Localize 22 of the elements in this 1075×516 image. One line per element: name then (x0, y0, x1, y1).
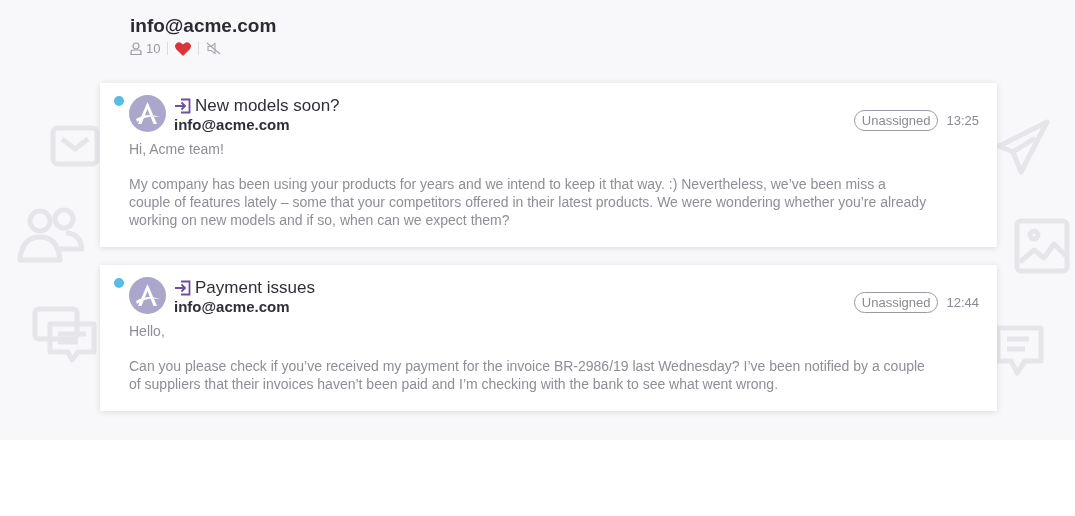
enter-icon (174, 97, 191, 114)
paper-plane-icon (995, 118, 1051, 176)
avatar-icon (129, 277, 166, 314)
avatar-icon (129, 95, 166, 132)
inbox-title: info@acme.com (130, 15, 278, 37)
message-greeting: Hi, Acme team! (129, 140, 225, 158)
comment-icon (995, 325, 1045, 377)
message-time: 13:25 (946, 111, 979, 130)
message-time: 12:44 (946, 293, 979, 312)
sender-email: info@acme.com (174, 298, 291, 316)
message-body: My company has been using your products for years and we intend to keep it that way. :) Nevertheless, we’ve been miss a couple of features lately – some that your competitors offered in their latest products. We were wondering whether you’re already working on new models and if so, when can we expect them? (129, 175, 928, 229)
enter-icon (174, 279, 191, 296)
message-subject: New models soon? (195, 95, 340, 116)
heart-icon[interactable] (175, 41, 192, 56)
mute-icon[interactable] (206, 42, 222, 56)
message-body: Can you please check if you’ve received my payment for the invoice BR-2986/19 last Wednesday? I’ve been notified by a couple of suppliers that their invoices haven’t been paid and I’m checking with the bank to see what went wrong. (129, 357, 926, 393)
message-subject: Payment issues (195, 277, 315, 298)
envelope-icon (50, 125, 100, 167)
follower-count: 10 (146, 40, 161, 58)
message-greeting: Hello, (129, 322, 166, 340)
person-icon (130, 42, 142, 56)
sender-email: info@acme.com (174, 116, 291, 134)
